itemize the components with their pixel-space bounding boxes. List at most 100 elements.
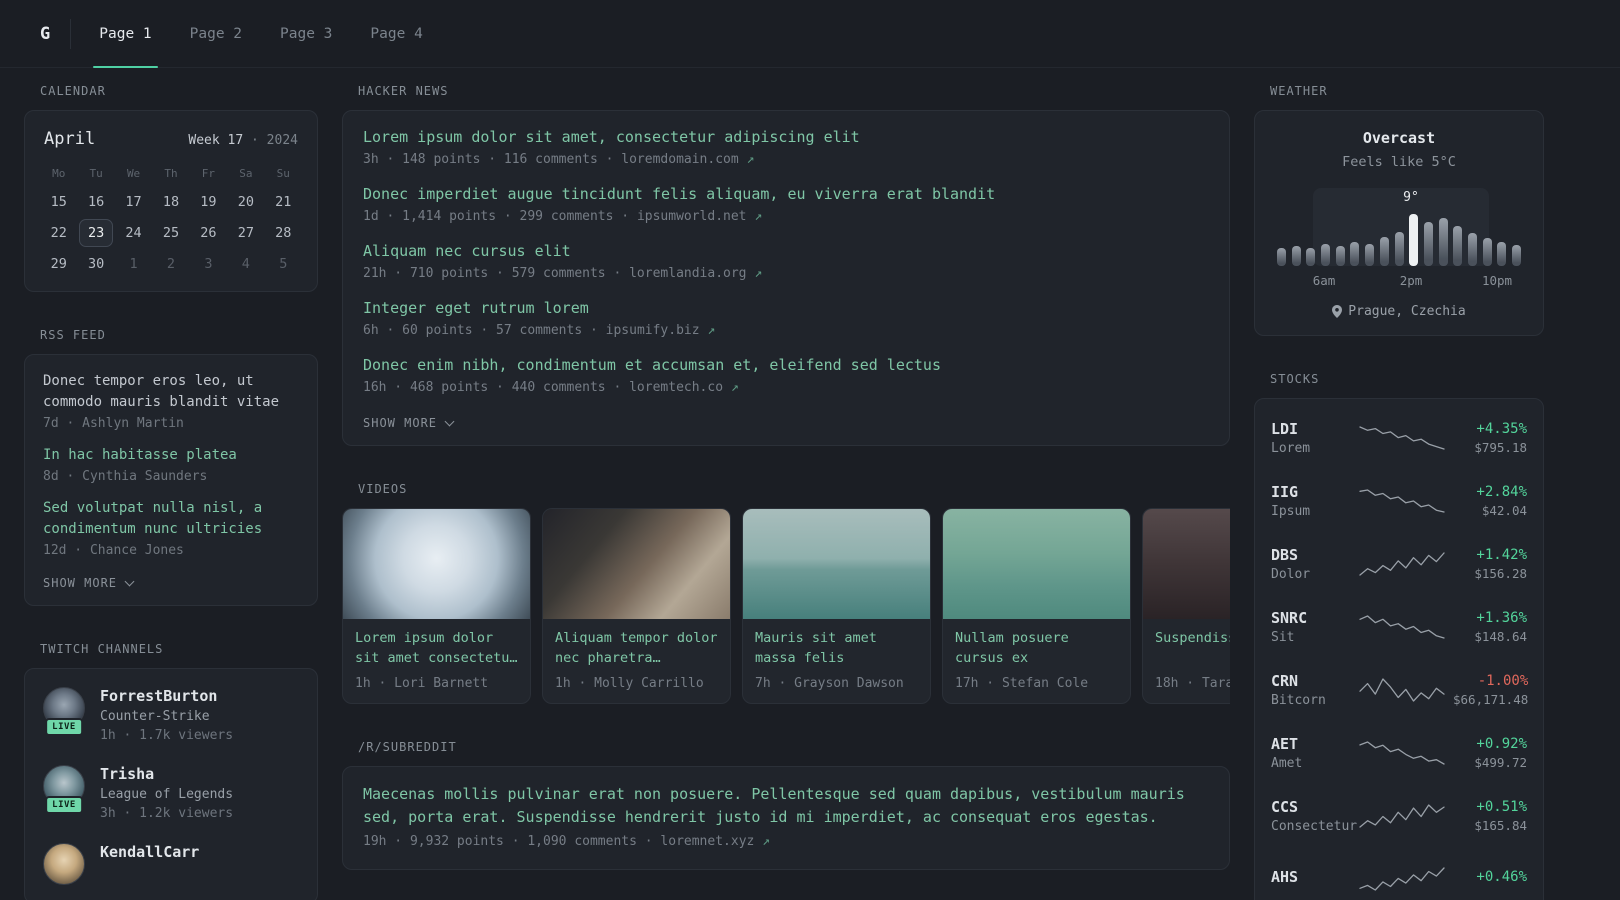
channel-game: League of Legends xyxy=(100,787,234,802)
weather-bar xyxy=(1365,244,1375,266)
chevron-down-icon xyxy=(444,416,455,427)
time-label: 10pm xyxy=(1481,273,1513,288)
hn-item-link[interactable]: Aliquam nec cursus elit xyxy=(363,241,1209,262)
stocks-widget-title: STOCKS xyxy=(1270,372,1320,386)
rss-item-link[interactable]: Sed volutpat nulla nisl, a condimentum n… xyxy=(43,498,299,540)
subreddit-domain-link[interactable]: loremnet.xyz xyxy=(660,834,754,849)
stock-change: +4.35% xyxy=(1476,420,1527,437)
video-title-link[interactable]: Mauris sit amet massa felis xyxy=(755,629,918,668)
tab-page-4[interactable]: Page 4 xyxy=(364,0,428,67)
rss-item-meta: 7d · Ashlyn Martin xyxy=(43,416,184,431)
hn-item-domain-link[interactable]: ipsumworld.net xyxy=(637,209,747,224)
rss-show-more-button[interactable]: SHOW MORE xyxy=(43,576,135,590)
rss-item: Donec tempor eros leo, ut commodo mauris… xyxy=(43,371,299,431)
hn-item-link[interactable]: Lorem ipsum dolor sit amet, consectetur … xyxy=(363,127,1209,148)
twitch-channel[interactable]: LIVE ForrestBurton Counter-Strike 1h · 1… xyxy=(43,687,299,743)
calendar-week-year: Week 17 · 2024 xyxy=(188,133,298,148)
stock-sparkline xyxy=(1359,866,1445,891)
stock-price: $156.28 xyxy=(1474,565,1527,581)
subreddit-post-link[interactable]: Maecenas mollis pulvinar erat non posuer… xyxy=(363,783,1209,828)
calendar-day: 24 xyxy=(125,224,142,241)
hn-item-domain-link[interactable]: loremtech.co xyxy=(629,380,723,395)
twitch-channel[interactable]: KendallCarr xyxy=(43,843,299,885)
rss-item-meta: 12d · Chance Jones xyxy=(43,543,184,558)
dow-label: Su xyxy=(276,167,290,180)
video-card[interactable]: Nullam posuere cursus ex 17h · Stefan Co… xyxy=(942,508,1131,705)
hn-item-link[interactable]: Donec enim nibh, condimentum et accumsan… xyxy=(363,355,1209,376)
twitch-panel: LIVE ForrestBurton Counter-Strike 1h · 1… xyxy=(24,668,318,900)
stock-row[interactable]: LDI Lorem +4.35% $795.18 xyxy=(1271,406,1527,469)
stock-sparkline xyxy=(1359,488,1445,513)
rss-widget: RSS FEED Donec tempor eros leo, ut commo… xyxy=(24,328,318,606)
live-badge: LIVE xyxy=(45,718,83,736)
video-title-link[interactable]: Suspendisse diam xyxy=(1155,629,1230,668)
tab-page-3[interactable]: Page 3 xyxy=(274,0,338,67)
weather-bar xyxy=(1277,248,1286,266)
video-thumbnail xyxy=(343,509,530,619)
video-card[interactable]: Lorem ipsum dolor sit amet consectetu… 1… xyxy=(342,508,531,705)
hn-item-domain-link[interactable]: loremlandia.org xyxy=(629,266,746,281)
stock-price: $66,171.48 xyxy=(1453,691,1529,707)
hn-item-meta: 6h · 60 points · 57 comments · ipsumify.… xyxy=(363,323,716,338)
hn-item-domain-link[interactable]: ipsumify.biz xyxy=(606,323,700,338)
hn-item-link[interactable]: Integer eget rutrum lorem xyxy=(363,298,1209,319)
channel-name: KendallCarr xyxy=(100,843,200,861)
stock-price: $795.18 xyxy=(1474,439,1527,455)
stock-sparkline xyxy=(1359,740,1445,765)
rss-widget-title: RSS FEED xyxy=(40,328,106,342)
stock-row[interactable]: CRN Bitcorn -1.00% $66,171.48 xyxy=(1271,658,1529,721)
stock-row[interactable]: AET Amet +0.92% $499.72 xyxy=(1271,721,1527,784)
stock-price: $42.04 xyxy=(1481,502,1527,518)
video-card[interactable]: Aliquam tempor dolor nec pharetra… 1h · … xyxy=(542,508,731,705)
stock-id: CRN Bitcorn xyxy=(1271,672,1359,708)
video-card-body: Lorem ipsum dolor sit amet consectetu… 1… xyxy=(343,619,530,703)
stock-row[interactable]: IIG Ipsum +2.84% $42.04 xyxy=(1271,469,1527,532)
hacker-news-widget: HACKER NEWS Lorem ipsum dolor sit amet, … xyxy=(342,84,1230,446)
weather-bar xyxy=(1467,233,1477,266)
stock-row[interactable]: CCS Consectetur +0.51% $165.84 xyxy=(1271,784,1527,847)
video-card[interactable]: Mauris sit amet massa felis 7h · Grayson… xyxy=(742,508,931,705)
rss-item-link[interactable]: Donec tempor eros leo, ut commodo mauris… xyxy=(43,371,299,413)
subreddit-post-meta: 19h · 9,932 points · 1,090 comments · lo… xyxy=(363,834,770,850)
stock-id: AET Amet xyxy=(1271,735,1359,771)
twitch-channel[interactable]: LIVE Trisha League of Legends 3h · 1.2k … xyxy=(43,765,299,821)
app-logo[interactable]: G xyxy=(40,18,72,49)
tab-page-2[interactable]: Page 2 xyxy=(184,0,248,67)
video-title-link[interactable]: Nullam posuere cursus ex xyxy=(955,629,1118,668)
weather-feels-like: Feels like 5°C xyxy=(1342,154,1456,170)
calendar-day-selected: 23 xyxy=(79,218,114,247)
stock-change: +2.84% xyxy=(1476,483,1527,500)
video-thumbnail xyxy=(543,509,730,619)
video-title-link[interactable]: Lorem ipsum dolor sit amet consectetu… xyxy=(355,629,518,668)
subreddit-post: Maecenas mollis pulvinar erat non posuer… xyxy=(363,783,1209,849)
weather-bar xyxy=(1453,226,1463,266)
video-card-body: Suspendisse diam 18h · Tara xyxy=(1143,619,1230,703)
hn-item-domain-link[interactable]: loremdomain.com xyxy=(621,152,738,167)
calendar-day-next-month: 2 xyxy=(166,255,176,272)
stock-name: Dolor xyxy=(1271,566,1311,582)
external-link-icon: ↗ xyxy=(754,209,763,224)
stock-symbol: CCS xyxy=(1271,797,1299,816)
weather-location-text: Prague, Czechia xyxy=(1348,304,1466,319)
external-link-icon: ↗ xyxy=(762,834,770,850)
video-title-link[interactable]: Aliquam tempor dolor nec pharetra… xyxy=(555,629,718,668)
rss-item-link[interactable]: In hac habitasse platea xyxy=(43,445,299,466)
calendar-day: 21 xyxy=(275,193,292,210)
calendar-day-next-month: 4 xyxy=(241,255,250,272)
hn-show-more-button[interactable]: SHOW MORE xyxy=(363,416,455,430)
left-column: CALENDAR April Week 17 · 2024 Mo Tu We T… xyxy=(24,84,318,900)
location-pin-icon xyxy=(1332,305,1343,318)
video-card[interactable]: Suspendisse diam 18h · Tara xyxy=(1142,508,1230,705)
current-temp-label: 9° xyxy=(1403,190,1419,205)
subreddit-widget-title: /R/SUBREDDIT xyxy=(358,740,457,755)
stock-row[interactable]: AHS +0.46% xyxy=(1271,847,1527,900)
channel-game: Counter-Strike xyxy=(100,709,210,724)
tab-page-1[interactable]: Page 1 xyxy=(93,0,159,68)
stock-price: $165.84 xyxy=(1474,817,1527,833)
stock-values: +2.84% $42.04 xyxy=(1453,484,1527,518)
external-link-icon: ↗ xyxy=(746,152,755,167)
stock-row[interactable]: DBS Dolor +1.42% $156.28 xyxy=(1271,532,1527,595)
stock-price: $148.64 xyxy=(1474,628,1527,644)
stock-row[interactable]: SNRC Sit +1.36% $148.64 xyxy=(1271,595,1527,658)
hn-item-link[interactable]: Donec imperdiet augue tincidunt felis al… xyxy=(363,184,1209,205)
